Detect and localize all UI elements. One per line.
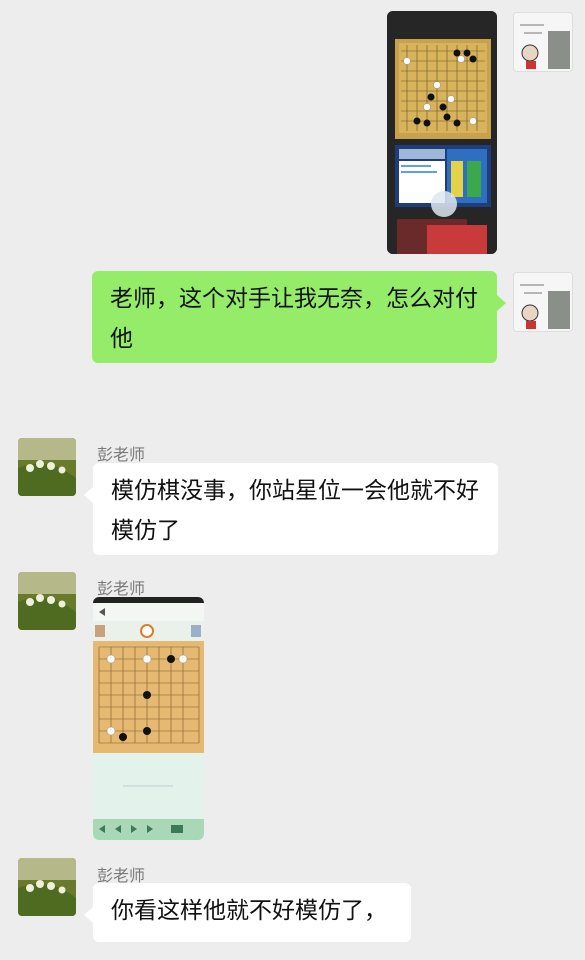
- teacher-avatar[interactable]: [18, 858, 76, 916]
- message-text: 老师，这个对手让我无奈，怎么对付他: [110, 286, 478, 352]
- my-avatar[interactable]: [513, 272, 573, 332]
- go-app-screenshot: [93, 597, 204, 840]
- sent-photo-message[interactable]: [387, 11, 497, 254]
- my-message-bubble[interactable]: 老师，这个对手让我无奈，怎么对付他: [92, 271, 506, 363]
- bubble-tail: [497, 295, 506, 311]
- sender-name: 彭老师: [97, 445, 146, 464]
- sender-name: 彭老师: [97, 579, 146, 598]
- message-text: 你看这样他就不好模仿了，: [111, 898, 387, 924]
- teacher-message-bubble[interactable]: 你看这样他就不好模仿了，: [84, 883, 411, 942]
- message-text: 模仿棋没事，你站星位一会他就不好模仿了: [111, 478, 479, 544]
- teacher-avatar[interactable]: [18, 572, 76, 630]
- my-avatar[interactable]: [513, 12, 573, 72]
- bubble-tail: [84, 907, 93, 923]
- avatar-sketch-icon: [514, 13, 572, 71]
- teacher-message-bubble[interactable]: 模仿棋没事，你站星位一会他就不好模仿了: [84, 463, 498, 555]
- received-screenshot-message[interactable]: [93, 597, 204, 840]
- nature-avatar-icon: [18, 572, 76, 630]
- go-board-photo: [387, 11, 497, 254]
- nature-avatar-icon: [18, 858, 76, 916]
- avatar-sketch-icon: [514, 273, 572, 331]
- teacher-avatar[interactable]: [18, 438, 76, 496]
- bubble-tail: [84, 487, 93, 503]
- nature-avatar-icon: [18, 438, 76, 496]
